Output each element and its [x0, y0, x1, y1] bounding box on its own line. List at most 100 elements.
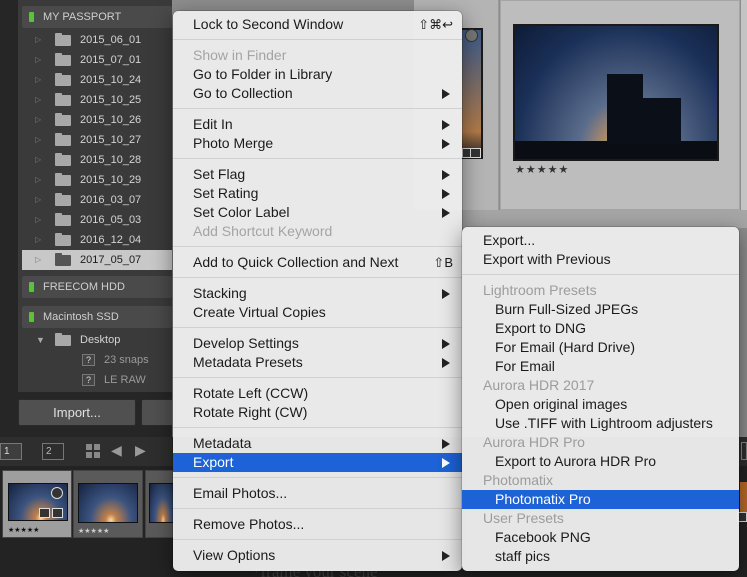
menu-item-remove-photos[interactable]: Remove Photos...	[173, 515, 462, 534]
disclosure-right-icon[interactable]: ▷	[35, 230, 41, 250]
folder-label: LE RAW	[104, 374, 146, 386]
menu-item-export-to-aurora-hdr-pro[interactable]: Export to Aurora HDR Pro	[462, 452, 739, 471]
folder-row[interactable]: ▷ 2016_03_07	[22, 190, 172, 210]
filter-icon[interactable]	[741, 442, 747, 460]
menu-item-label: For Email	[495, 358, 555, 374]
disclosure-right-icon[interactable]: ▷	[35, 150, 41, 170]
menu-item-email-photos[interactable]: Email Photos...	[173, 484, 462, 503]
rating-stars[interactable]: ★★★★★	[515, 163, 569, 176]
menu-item-export-with-previous[interactable]: Export with Previous	[462, 250, 739, 269]
menu-item-for-email[interactable]: For Email	[462, 357, 739, 376]
disclosure-right-icon[interactable]: ▷	[35, 50, 41, 70]
menu-item-stacking[interactable]: Stacking	[173, 284, 462, 303]
window-2-button[interactable]: 2	[42, 443, 64, 460]
photo-thumbnail[interactable]	[513, 24, 719, 161]
subfolder-23-snaps[interactable]: ? 23 snaps	[22, 350, 172, 370]
disclosure-right-icon[interactable]: ▷	[35, 30, 41, 50]
menu-item-photo-merge[interactable]: Photo Merge	[173, 134, 462, 153]
volume-label: FREECOM HDD	[43, 281, 125, 293]
menu-item-rotate-left[interactable]: Rotate Left (CCW)	[173, 384, 462, 403]
menu-item-export-dialog[interactable]: Export...	[462, 231, 739, 250]
folder-icon	[55, 113, 71, 126]
disclosure-right-icon[interactable]: ▷	[35, 250, 41, 270]
disclosure-right-icon[interactable]: ▷	[35, 90, 41, 110]
submenu-arrow-icon	[442, 208, 450, 218]
menu-item-use-tiff[interactable]: Use .TIFF with Lightroom adjusters	[462, 414, 739, 433]
menu-item-staff-pics[interactable]: staff pics	[462, 547, 739, 566]
menu-item-create-virtual-copies[interactable]: Create Virtual Copies	[173, 303, 462, 322]
folder-row[interactable]: ▷ 2015_10_24	[22, 70, 172, 90]
menu-item-set-rating[interactable]: Set Rating	[173, 184, 462, 203]
folder-label: 2015_07_01	[80, 54, 142, 66]
disclosure-right-icon[interactable]: ▷	[35, 170, 41, 190]
menu-item-metadata-presets[interactable]: Metadata Presets	[173, 353, 462, 372]
arrow-right-icon[interactable]: ▶	[135, 442, 146, 459]
context-menu: Lock to Second Window ⇧⌘↩ Show in Finder…	[173, 11, 462, 571]
menu-item-set-color-label[interactable]: Set Color Label	[173, 203, 462, 222]
folder-row[interactable]: ▷ 2015_07_01	[22, 50, 172, 70]
folder-row[interactable]: ▷ 2017_05_07	[22, 250, 172, 270]
menu-separator	[173, 246, 462, 247]
folder-row[interactable]: ▷ 2015_10_26	[22, 110, 172, 130]
menu-item-photomatix-pro[interactable]: Photomatix Pro	[462, 490, 739, 509]
disclosure-right-icon[interactable]: ▷	[35, 110, 41, 130]
grid-cell[interactable]	[741, 0, 747, 210]
volume-status-icon	[29, 312, 34, 322]
filmstrip-thumb-selected[interactable]: ★★★★★	[2, 470, 72, 538]
menu-item-open-original-images[interactable]: Open original images	[462, 395, 739, 414]
menu-item-label: staff pics	[495, 548, 550, 564]
menu-item-go-to-folder[interactable]: Go to Folder in Library	[173, 65, 462, 84]
filmstrip-thumb[interactable]: ★★★★★	[73, 470, 143, 538]
menu-item-for-email-hard-drive[interactable]: For Email (Hard Drive)	[462, 338, 739, 357]
folder-row[interactable]: ▷ 2015_10_28	[22, 150, 172, 170]
disclosure-down-icon[interactable]: ▼	[36, 330, 45, 350]
folder-row[interactable]: ▷ 2015_06_01	[22, 30, 172, 50]
menu-item-facebook-png[interactable]: Facebook PNG	[462, 528, 739, 547]
filmstrip-thumb[interactable]	[740, 482, 747, 512]
menu-item-add-to-quick-collection[interactable]: Add to Quick Collection and Next ⇧B	[173, 253, 462, 272]
menu-item-label: Create Virtual Copies	[193, 304, 326, 320]
volume-my-passport[interactable]: MY PASSPORT	[22, 6, 172, 28]
disclosure-right-icon[interactable]: ▷	[35, 70, 41, 90]
folder-icon	[55, 93, 71, 106]
menu-item-burn-full-sized-jpegs[interactable]: Burn Full-Sized JPEGs	[462, 300, 739, 319]
menu-item-view-options[interactable]: View Options	[173, 546, 462, 565]
window-1-button[interactable]: 1	[0, 443, 22, 460]
grid-view-icon[interactable]	[86, 444, 100, 458]
folder-icon	[55, 193, 71, 206]
disclosure-right-icon[interactable]: ▷	[35, 210, 41, 230]
disclosure-right-icon[interactable]: ▷	[35, 130, 41, 150]
folder-desktop[interactable]: ▼ Desktop	[22, 330, 172, 350]
arrow-left-icon[interactable]: ◀	[111, 442, 122, 459]
folder-row[interactable]: ▷ 2016_05_03	[22, 210, 172, 230]
volume-freecom[interactable]: FREECOM HDD	[22, 276, 172, 298]
volume-status-icon	[29, 12, 34, 22]
menu-item-export[interactable]: Export	[173, 453, 462, 472]
disclosure-right-icon[interactable]: ▷	[35, 190, 41, 210]
menu-item-lock-to-second-window[interactable]: Lock to Second Window ⇧⌘↩	[173, 15, 462, 34]
crop-badge-icon	[52, 508, 63, 518]
folder-row[interactable]: ▷ 2015_10_25	[22, 90, 172, 110]
menu-item-develop-settings[interactable]: Develop Settings	[173, 334, 462, 353]
menu-item-show-in-finder: Show in Finder	[173, 46, 462, 65]
subfolder-le-raw[interactable]: ? LE RAW	[22, 370, 172, 390]
folder-row[interactable]: ▷ 2015_10_29	[22, 170, 172, 190]
menu-separator	[173, 158, 462, 159]
volume-macintosh[interactable]: Macintosh SSD	[22, 306, 172, 328]
menu-item-go-to-collection[interactable]: Go to Collection	[173, 84, 462, 103]
menu-item-export-to-dng[interactable]: Export to DNG	[462, 319, 739, 338]
menu-item-edit-in[interactable]: Edit In	[173, 115, 462, 134]
folder-label: 2015_10_25	[80, 94, 142, 106]
menu-item-label: Set Flag	[193, 166, 246, 182]
menu-item-label: Rotate Left (CCW)	[193, 385, 309, 401]
folder-icon	[55, 153, 71, 166]
menu-item-rotate-right[interactable]: Rotate Right (CW)	[173, 403, 462, 422]
submenu-arrow-icon	[442, 551, 450, 561]
menu-item-metadata[interactable]: Metadata	[173, 434, 462, 453]
filmstrip-thumb[interactable]	[145, 470, 175, 538]
photo-thumbnail[interactable]	[462, 28, 483, 159]
import-button[interactable]: Import...	[18, 399, 136, 426]
menu-item-set-flag[interactable]: Set Flag	[173, 165, 462, 184]
folder-row[interactable]: ▷ 2015_10_27	[22, 130, 172, 150]
folder-row[interactable]: ▷ 2016_12_04	[22, 230, 172, 250]
